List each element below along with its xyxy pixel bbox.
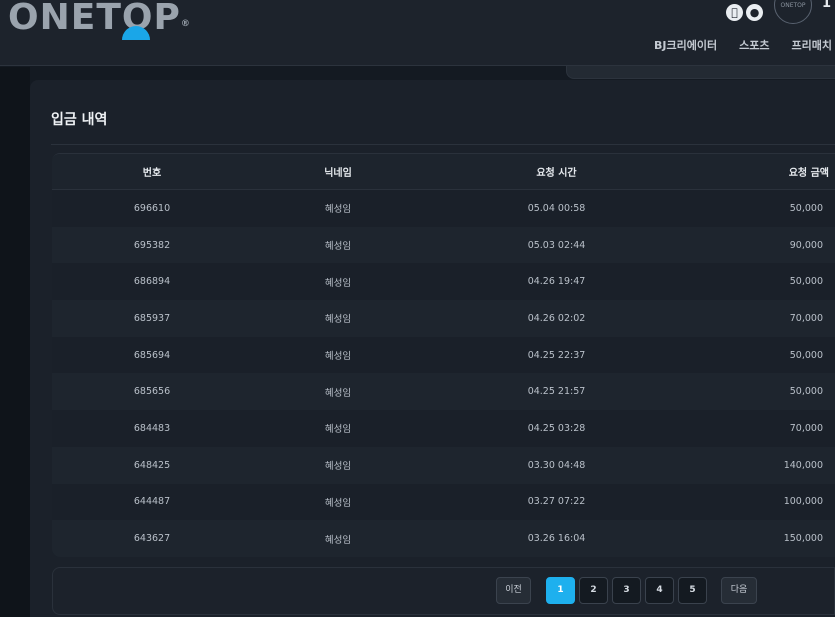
cell-request-time: 04.25 22:37 — [527, 349, 586, 361]
pagination-bar — [52, 567, 835, 615]
avatar[interactable]: ONETOP — [774, 0, 812, 24]
top-header: ONETOP®  ● ONETOP 1 BJ크리에이터 스포츠 프리매치 — [0, 0, 835, 66]
cell-number: 643627 — [133, 533, 171, 545]
cell-request-time: 04.26 02:02 — [527, 312, 586, 324]
table-row: 685937 혜성임 04.26 02:02 70,000 — [52, 300, 835, 337]
table-row: 643627 혜성임 03.26 16:04 150,000 — [52, 520, 835, 557]
logo-registered-mark: ® — [180, 19, 191, 29]
cell-request-time: 04.25 21:57 — [527, 386, 586, 398]
cell-request-amount: 90,000 — [789, 239, 823, 251]
dropdown-panel-edge — [566, 66, 835, 79]
cell-number: 644487 — [133, 496, 171, 508]
table-header: 번호 닉네임 요청 시간 요청 금액 — [52, 154, 835, 190]
table-body: 696610 혜성임 05.04 00:58 50,000 695382 혜성임… — [52, 190, 835, 557]
table-row: 685694 혜성임 04.25 22:37 50,000 — [52, 336, 835, 374]
cell-number: 695382 — [133, 239, 171, 251]
cell-request-time: 05.04 00:58 — [527, 202, 586, 214]
left-sidebar-edge — [0, 67, 30, 617]
cell-number: 686894 — [133, 276, 171, 288]
title-divider — [51, 144, 835, 145]
column-header-request-amount: 요청 금액 — [788, 168, 829, 179]
cell-request-time: 03.27 07:22 — [527, 496, 586, 508]
cell-number: 684483 — [133, 422, 171, 434]
cell-nickname: 혜성임 — [324, 461, 352, 473]
table-row: 685656 혜성임 04.25 21:57 50,000 — [52, 373, 835, 411]
cell-nickname: 혜성임 — [324, 204, 352, 216]
deposit-history-table: 번호 닉네임 요청 시간 요청 금액 696610 혜성임 05.04 00:5… — [52, 153, 835, 557]
cell-request-amount: 50,000 — [789, 386, 823, 398]
cell-request-amount: 50,000 — [789, 202, 823, 214]
logo-text: ONETOP — [8, 0, 181, 38]
nav-item-sports[interactable]: 스포츠 — [739, 37, 769, 53]
cell-request-amount: 50,000 — [789, 276, 823, 288]
cell-nickname: 혜성임 — [324, 534, 352, 546]
cell-nickname: 혜성임 — [324, 497, 352, 509]
column-header-request-time: 요청 시간 — [536, 168, 577, 179]
cell-nickname: 혜성임 — [324, 277, 352, 289]
nav-item-bj-creator[interactable]: BJ크리에이터 — [654, 37, 717, 53]
cell-nickname: 혜성임 — [324, 424, 352, 436]
page-title: 입금 내역 — [51, 112, 108, 128]
page-button-3[interactable]: 3 — [612, 577, 641, 604]
cell-request-amount: 140,000 — [783, 459, 823, 471]
cell-request-time: 03.30 04:48 — [527, 459, 586, 471]
table-row: 696610 혜성임 05.04 00:58 50,000 — [52, 190, 835, 227]
cell-number: 648425 — [133, 459, 171, 471]
cell-request-amount: 150,000 — [783, 533, 823, 545]
column-header-nickname: 닉네임 — [324, 168, 352, 179]
main-nav: BJ크리에이터 스포츠 프리매치 — [654, 37, 832, 53]
cell-request-time: 03.26 16:04 — [527, 533, 586, 545]
nav-item-prematch[interactable]: 프리매치 — [791, 37, 831, 53]
cell-number: 685694 — [133, 349, 171, 361]
cell-request-amount: 50,000 — [789, 349, 823, 361]
table-row: 644487 혜성임 03.27 07:22 100,000 — [52, 483, 835, 521]
next-page-button[interactable]: 다음 — [721, 577, 757, 604]
cell-nickname: 혜성임 — [324, 241, 352, 253]
android-icon[interactable]: ● — [746, 4, 763, 21]
cell-request-amount: 100,000 — [783, 496, 823, 508]
table-row: 686894 혜성임 04.26 19:47 50,000 — [52, 263, 835, 301]
page-button-5[interactable]: 5 — [678, 577, 707, 604]
apple-icon[interactable]:  — [726, 4, 743, 21]
cell-number: 685937 — [133, 312, 171, 324]
page-button-1[interactable]: 1 — [546, 577, 575, 604]
user-level-number: 1 — [822, 0, 832, 11]
cell-request-time: 04.26 19:47 — [527, 276, 586, 288]
cell-request-amount: 70,000 — [789, 422, 823, 434]
cell-number: 696610 — [133, 202, 171, 214]
column-header-number: 번호 — [142, 168, 162, 179]
cell-request-time: 04.25 03:28 — [527, 422, 586, 434]
table-row: 648425 혜성임 03.30 04:48 140,000 — [52, 446, 835, 484]
cell-request-amount: 70,000 — [789, 312, 823, 324]
cell-nickname: 혜성임 — [324, 387, 352, 399]
table-row: 695382 혜성임 05.03 02:44 90,000 — [52, 226, 835, 264]
cell-nickname: 혜성임 — [324, 314, 352, 326]
page-button-2[interactable]: 2 — [579, 577, 608, 604]
prev-page-button[interactable]: 이전 — [496, 577, 531, 604]
cell-nickname: 혜성임 — [324, 351, 352, 363]
cell-request-time: 05.03 02:44 — [527, 239, 586, 251]
logo[interactable]: ONETOP® — [8, 0, 191, 38]
cell-number: 685656 — [133, 386, 171, 398]
page-button-4[interactable]: 4 — [645, 577, 674, 604]
table-row: 684483 혜성임 04.25 03:28 70,000 — [52, 410, 835, 447]
